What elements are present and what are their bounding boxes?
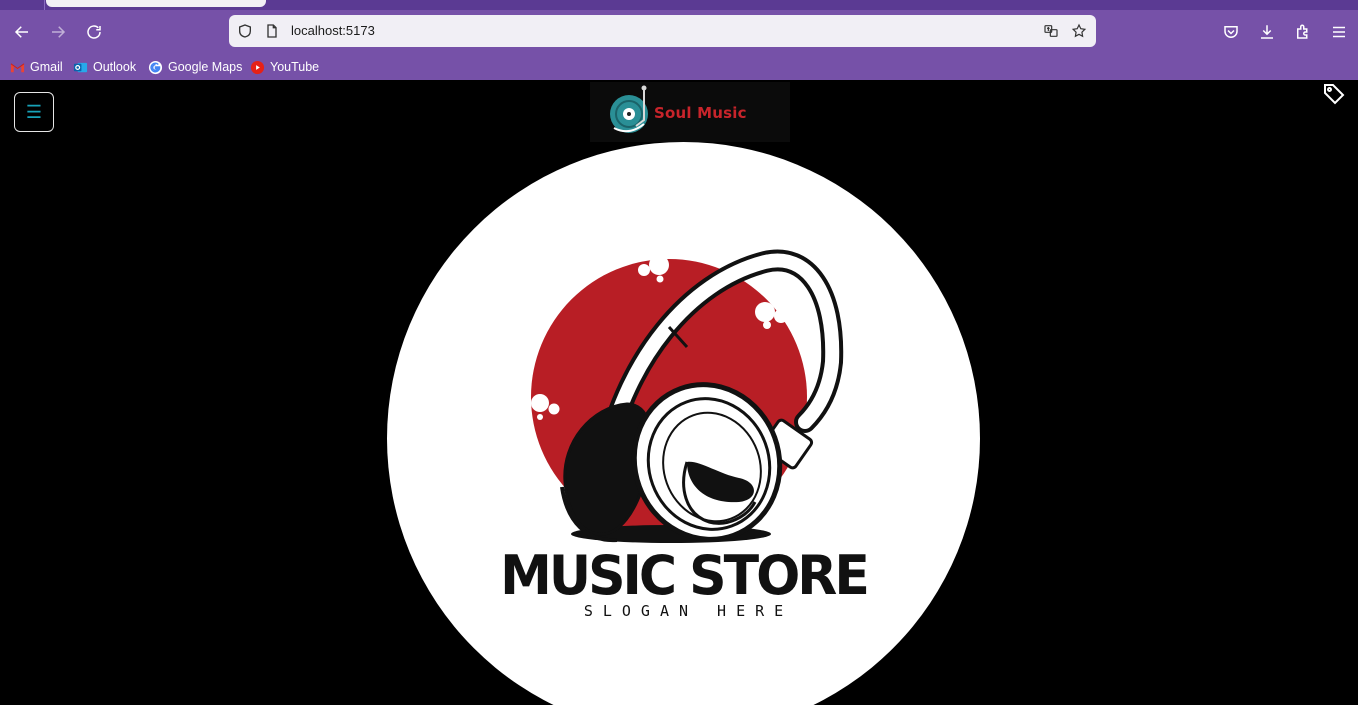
bookmark-google-maps[interactable]: Google Maps [148,58,242,76]
store-title: MUSIC STORE [500,544,870,608]
tab-separator [44,0,45,10]
arrow-left-icon [14,26,28,38]
tab-strip [0,0,1358,10]
bookmark-outlook[interactable]: Outlook [73,58,136,76]
active-tab[interactable] [46,0,266,7]
hero-logo-circle: MUSIC STORE SLOGAN HERE [387,142,980,705]
star-icon[interactable] [1070,22,1088,40]
gmail-icon [10,60,25,75]
translate-icon[interactable] [1042,22,1060,40]
reload-button[interactable] [80,18,108,46]
bookmarks-toolbar: Gmail Outlook Google Maps YouTube [0,54,1358,80]
page-icon[interactable] [263,22,281,40]
menu-toggle-button[interactable]: ☰ [14,92,54,132]
pocket-icon [1224,26,1238,38]
navigation-toolbar: localhost:5173 [0,10,1358,54]
bookmark-gmail[interactable]: Gmail [10,58,63,76]
download-icon [1261,25,1273,39]
arrow-right-icon [52,26,66,38]
brand-logo[interactable]: Soul Music [590,82,790,142]
back-button[interactable] [8,18,36,46]
bookmark-label: Gmail [30,60,63,74]
hamburger-icon: ☰ [25,102,43,122]
shield-icon[interactable] [236,22,254,40]
extensions-button[interactable] [1289,18,1317,46]
pocket-button[interactable] [1217,18,1245,46]
puzzle-icon [1297,24,1308,39]
forward-button[interactable] [44,18,72,46]
downloads-button[interactable] [1253,18,1281,46]
headphones-illustration [531,249,844,543]
bookmark-youtube[interactable]: YouTube [250,58,319,76]
google-icon [148,60,163,75]
youtube-icon [250,60,265,75]
app-menu-button[interactable] [1325,18,1353,46]
tag-icon[interactable] [1322,82,1346,106]
store-slogan: SLOGAN HERE [583,602,794,620]
bookmark-label: Google Maps [168,60,243,74]
brand-name: Soul Music [654,104,747,122]
address-bar[interactable]: localhost:5173 [229,15,1096,47]
outlook-icon [73,60,88,75]
bookmark-label: Outlook [93,60,137,74]
bookmark-label: YouTube [270,60,320,74]
url-text[interactable]: localhost:5173 [291,23,375,38]
page-content: ☰ Soul Music MUSIC STORE SLOGAN HERE [0,80,1358,705]
reload-icon [87,25,101,39]
hamburger-icon [1333,26,1345,38]
